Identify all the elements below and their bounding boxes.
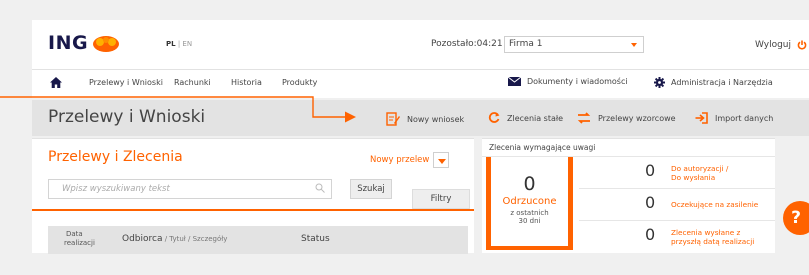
column-recipient[interactable]: Odbiorca / Tytuł / Szczegóły [122,234,227,244]
rejected-count: 0 [523,173,536,195]
to-authorize-text: Do autoryzacji / Do wysłania [671,164,728,182]
nav-item-products[interactable]: Produkty [282,78,317,87]
rejected-sub-line2: 30 dni [518,217,541,225]
chevron-down-icon [631,43,637,47]
future-dated-text: Zlecenia wysłane z przyszłą datą realiza… [671,228,754,246]
nav-item-history[interactable]: Historia [231,78,262,87]
search-icon [315,183,325,193]
search-button[interactable]: Szukaj [350,179,392,199]
rejected-label: Odrzucone [502,196,557,207]
new-request-label: Nowy wniosek [407,114,465,124]
rejected-orders-tile[interactable]: 0 Odrzucone z ostatnich 30 dni [486,157,573,250]
future-dated-count: 0 [645,225,656,244]
future-dated-line1: Zlecenia wysłane z [671,228,741,237]
nav-item-admin[interactable]: Administracja i Narzędzia [654,77,773,88]
awaiting-funds-count: 0 [645,193,656,212]
awaiting-funds-item[interactable]: 0 Oczekujące na zasilenie [579,190,775,221]
document-edit-icon [386,112,400,126]
column-date-line2: realizacji [64,239,95,247]
import-icon [695,112,708,124]
to-authorize-item[interactable]: 0 Do autoryzacji / Do wysłania [579,158,775,189]
refresh-icon [488,112,500,123]
future-dated-line2: przyszłą datą realizacji [671,237,755,246]
ing-logo[interactable]: ING [48,30,121,56]
new-request-button[interactable]: Nowy wniosek [386,112,464,126]
attention-header: Zlecenia wymagające uwagi [482,139,775,157]
top-header: ING PL | EN Pozostało:04:21 Firma 1 Wylo… [32,20,809,70]
main-nav: Przelewy i Wnioski Rachunki Historia Pro… [32,70,809,98]
logout-button[interactable]: Wyloguj [755,40,807,50]
transfers-panel: Przelewy i Zlecenia Nowy przelew Wpisz w… [32,138,474,254]
column-date[interactable]: Data realizacji [64,230,95,248]
column-recipient-sub: / Tytuł / Szczegóły [162,235,228,243]
template-transfers-label: Przelewy wzorcowe [598,113,676,123]
page-titlebar: Przelewy i Wnioski Nowy wniosek Zlecenia… [32,100,809,136]
standing-orders-label: Zlecenia stałe [507,113,564,123]
lang-en[interactable]: EN [182,40,192,48]
column-recipient-main: Odbiorca [122,234,163,244]
column-date-line1: Data [66,230,83,238]
firm-select[interactable]: Firma 1 [504,36,644,53]
help-button[interactable]: ? [783,201,809,235]
to-authorize-line1: Do autoryzacji / [671,164,729,173]
envelope-icon [508,77,521,86]
import-data-label: Import danych [715,113,774,123]
to-authorize-count: 0 [645,161,656,180]
future-dated-item[interactable]: 0 Zlecenia wysłane z przyszłą datą reali… [579,222,775,253]
exchange-icon [577,112,591,124]
chevron-down-icon [433,152,450,168]
nav-item-documents[interactable]: Dokumenty i wiadomości [508,77,628,86]
firm-select-value: Firma 1 [509,39,543,49]
section-divider [32,209,474,211]
awaiting-funds-text: Oczekujące na zasilenie [671,200,759,209]
lang-pl[interactable]: PL [166,40,176,48]
page-title: Przelewy i Wnioski [48,107,206,127]
template-transfers-button[interactable]: Przelewy wzorcowe [577,112,676,124]
standing-orders-button[interactable]: Zlecenia stałe [488,112,563,124]
search-input[interactable]: Wpisz wyszukiwany tekst [48,179,332,199]
gear-icon [654,77,665,88]
documents-label: Dokumenty i wiadomości [527,77,628,86]
rejected-sub-line1: z ostatnich [510,209,549,217]
search-placeholder: Wpisz wyszukiwany tekst [62,184,170,194]
attention-panel: Zlecenia wymagające uwagi 0 Odrzucone z … [482,138,775,253]
logout-label: Wyloguj [755,40,791,50]
power-icon [797,40,807,50]
nav-item-accounts[interactable]: Rachunki [174,78,211,87]
new-transfer-dropdown[interactable]: Nowy przelew [370,152,450,168]
new-transfer-label: Nowy przelew [370,155,430,165]
admin-label: Administracja i Narzędzia [671,78,773,87]
rejected-sub: z ostatnich 30 dni [491,209,568,225]
home-icon[interactable] [50,77,62,88]
transfers-title: Przelewy i Zlecenia [48,149,183,165]
transfers-table-header: Data realizacji Odbiorca / Tytuł / Szcze… [48,226,468,254]
column-status[interactable]: Status [301,234,330,244]
filters-button[interactable]: Filtry [412,189,470,209]
nav-item-transfers[interactable]: Przelewy i Wnioski [89,78,163,87]
lion-icon [93,36,120,52]
logo-text: ING [48,32,89,54]
language-switch: PL | EN [166,40,192,48]
session-timer: Pozostało:04:21 [431,39,503,49]
to-authorize-line2: Do wysłania [671,173,716,182]
import-data-button[interactable]: Import danych [695,112,773,124]
